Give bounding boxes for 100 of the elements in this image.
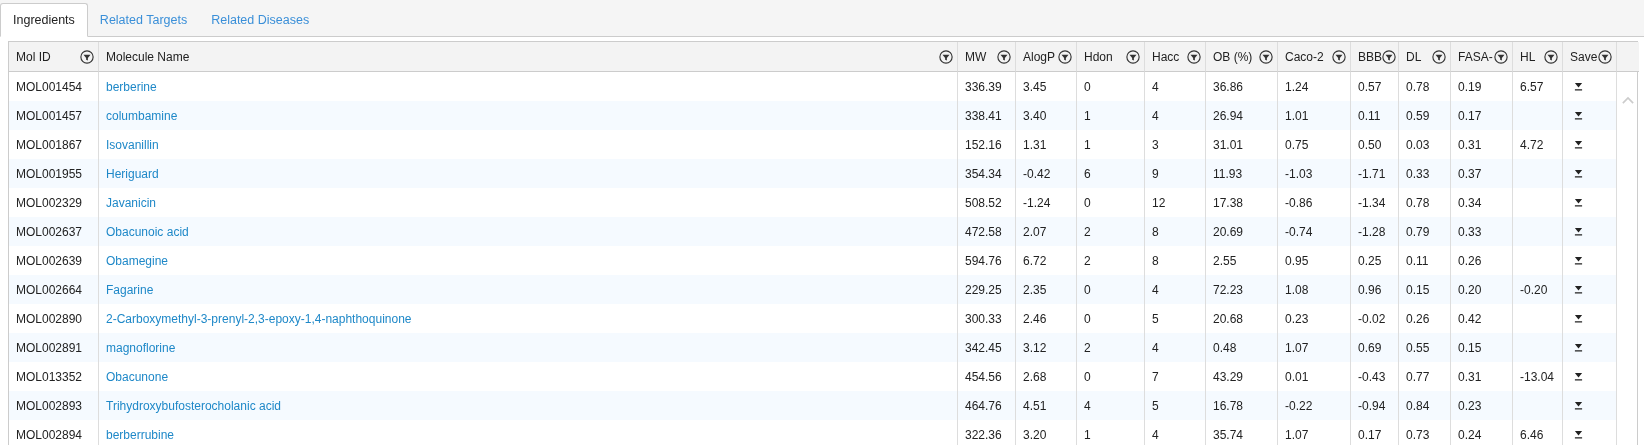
molecule-link[interactable]: Obacunoic acid bbox=[106, 224, 189, 239]
download-icon[interactable] bbox=[1574, 198, 1583, 207]
molecule-link[interactable]: Trihydroxybufosterocholanic acid bbox=[106, 398, 281, 413]
table-cell: 26.94 bbox=[1206, 101, 1278, 130]
download-icon[interactable] bbox=[1574, 227, 1583, 236]
column-header[interactable]: BBB bbox=[1351, 42, 1399, 72]
molecule-link[interactable]: berberrubine bbox=[106, 427, 175, 442]
molecule-link[interactable]: Javanicin bbox=[106, 195, 157, 210]
table-cell: 1.07 bbox=[1278, 333, 1351, 362]
table-cell: -1.28 bbox=[1351, 217, 1399, 246]
table-cell: -0.74 bbox=[1278, 217, 1351, 246]
table-cell: 1 bbox=[1077, 420, 1145, 445]
download-icon[interactable] bbox=[1574, 285, 1583, 294]
table-cell: 0.11 bbox=[1351, 101, 1399, 130]
table-cell: 0.23 bbox=[1451, 391, 1513, 420]
molecule-link[interactable]: columbamine bbox=[106, 108, 178, 123]
table-cell: 0.15 bbox=[1451, 333, 1513, 362]
table-cell: 1.08 bbox=[1278, 275, 1351, 304]
tab[interactable]: Related Targets bbox=[87, 3, 200, 37]
table-cell: 1.01 bbox=[1278, 101, 1351, 130]
molecule-link[interactable]: 2-Carboxymethyl-3-prenyl-2,3-epoxy-1,4-naphthoquinone bbox=[106, 311, 412, 326]
column-header[interactable]: DL bbox=[1399, 42, 1451, 72]
download-icon[interactable] bbox=[1574, 169, 1583, 178]
filter-icon[interactable] bbox=[1494, 49, 1508, 64]
filter-icon[interactable] bbox=[1332, 49, 1346, 64]
column-header[interactable]: Mol ID bbox=[9, 42, 99, 72]
filter-icon[interactable] bbox=[1432, 49, 1446, 64]
table-cell: 338.41 bbox=[958, 101, 1016, 130]
table-cell: 2.07 bbox=[1016, 217, 1077, 246]
table-cell: 464.76 bbox=[958, 391, 1016, 420]
column-header[interactable]: Hdon bbox=[1077, 42, 1145, 72]
table-cell: 4 bbox=[1145, 333, 1206, 362]
download-icon[interactable] bbox=[1574, 111, 1583, 120]
filter-icon[interactable] bbox=[1544, 49, 1558, 64]
molecule-link[interactable]: Isovanillin bbox=[106, 137, 159, 152]
table-cell: 2 bbox=[1077, 217, 1145, 246]
table-cell: MOL002891 bbox=[9, 333, 99, 362]
molecule-link[interactable]: Fagarine bbox=[106, 282, 154, 297]
table-cell: 20.69 bbox=[1206, 217, 1278, 246]
filter-icon[interactable] bbox=[1126, 49, 1140, 64]
table-cell: 0.17 bbox=[1451, 101, 1513, 130]
column-header[interactable]: Caco-2 bbox=[1278, 42, 1351, 72]
download-icon[interactable] bbox=[1574, 82, 1583, 91]
table-cell: 0.96 bbox=[1351, 275, 1399, 304]
table-cell: 0.15 bbox=[1399, 275, 1451, 304]
column-header[interactable]: FASA- bbox=[1451, 42, 1513, 72]
table-cell: MOL002637 bbox=[9, 217, 99, 246]
table-cell: -1.71 bbox=[1351, 159, 1399, 188]
table-cell: MOL002894 bbox=[9, 420, 99, 445]
table-cell: -0.20 bbox=[1513, 275, 1563, 304]
table-cell: 0 bbox=[1077, 275, 1145, 304]
filter-icon[interactable] bbox=[1058, 49, 1072, 64]
filter-icon[interactable] bbox=[1598, 49, 1612, 64]
column-header[interactable]: MW bbox=[958, 42, 1016, 72]
molecule-link[interactable]: berberine bbox=[106, 79, 157, 94]
table-cell: 0.59 bbox=[1399, 101, 1451, 130]
table-cell: -0.94 bbox=[1351, 391, 1399, 420]
column-header[interactable]: HL bbox=[1513, 42, 1563, 72]
table-cell: 0.20 bbox=[1451, 275, 1513, 304]
table-cell: 72.23 bbox=[1206, 275, 1278, 304]
tab[interactable]: Related Diseases bbox=[199, 3, 322, 37]
column-header[interactable]: Save bbox=[1563, 42, 1617, 72]
table-cell: 0.48 bbox=[1206, 333, 1278, 362]
download-icon[interactable] bbox=[1574, 372, 1583, 381]
column-header[interactable]: OB (%) bbox=[1206, 42, 1278, 72]
table-cell: -1.03 bbox=[1278, 159, 1351, 188]
column-header[interactable]: Hacc bbox=[1145, 42, 1206, 72]
molecule-link[interactable]: magnoflorine bbox=[106, 340, 176, 355]
download-icon[interactable] bbox=[1574, 256, 1583, 265]
filter-icon[interactable] bbox=[997, 49, 1011, 64]
table-cell: 0.33 bbox=[1451, 217, 1513, 246]
table-cell: 0.55 bbox=[1399, 333, 1451, 362]
download-icon[interactable] bbox=[1574, 140, 1583, 149]
filter-icon[interactable] bbox=[1187, 49, 1201, 64]
download-icon[interactable] bbox=[1574, 343, 1583, 352]
column-header[interactable]: Molecule Name bbox=[99, 42, 958, 72]
table-cell: 4 bbox=[1145, 275, 1206, 304]
table-cell: 4.51 bbox=[1016, 391, 1077, 420]
tab[interactable]: Ingredients bbox=[0, 3, 88, 37]
filter-icon[interactable] bbox=[1382, 49, 1396, 64]
table-cell: 4 bbox=[1145, 101, 1206, 130]
table-cell: 0.69 bbox=[1351, 333, 1399, 362]
table-cell: MOL001955 bbox=[9, 159, 99, 188]
download-icon[interactable] bbox=[1574, 430, 1583, 439]
table-cell: 3.12 bbox=[1016, 333, 1077, 362]
filter-icon[interactable] bbox=[1259, 49, 1273, 64]
molecule-link[interactable]: Heriguard bbox=[106, 166, 159, 181]
table-cell: 1 bbox=[1077, 101, 1145, 130]
column-header[interactable]: AlogP bbox=[1016, 42, 1077, 72]
filter-icon[interactable] bbox=[939, 49, 953, 64]
download-icon[interactable] bbox=[1574, 314, 1583, 323]
table-cell: 0.79 bbox=[1399, 217, 1451, 246]
molecule-link[interactable]: Obacunone bbox=[106, 369, 169, 384]
filter-icon[interactable] bbox=[80, 49, 94, 64]
table-cell: 0.24 bbox=[1451, 420, 1513, 445]
molecule-link[interactable]: Obamegine bbox=[106, 253, 169, 268]
table-cell: 472.58 bbox=[958, 217, 1016, 246]
table-cell: 1.07 bbox=[1278, 420, 1351, 445]
download-icon[interactable] bbox=[1574, 401, 1583, 410]
table-cell: 4 bbox=[1145, 420, 1206, 445]
